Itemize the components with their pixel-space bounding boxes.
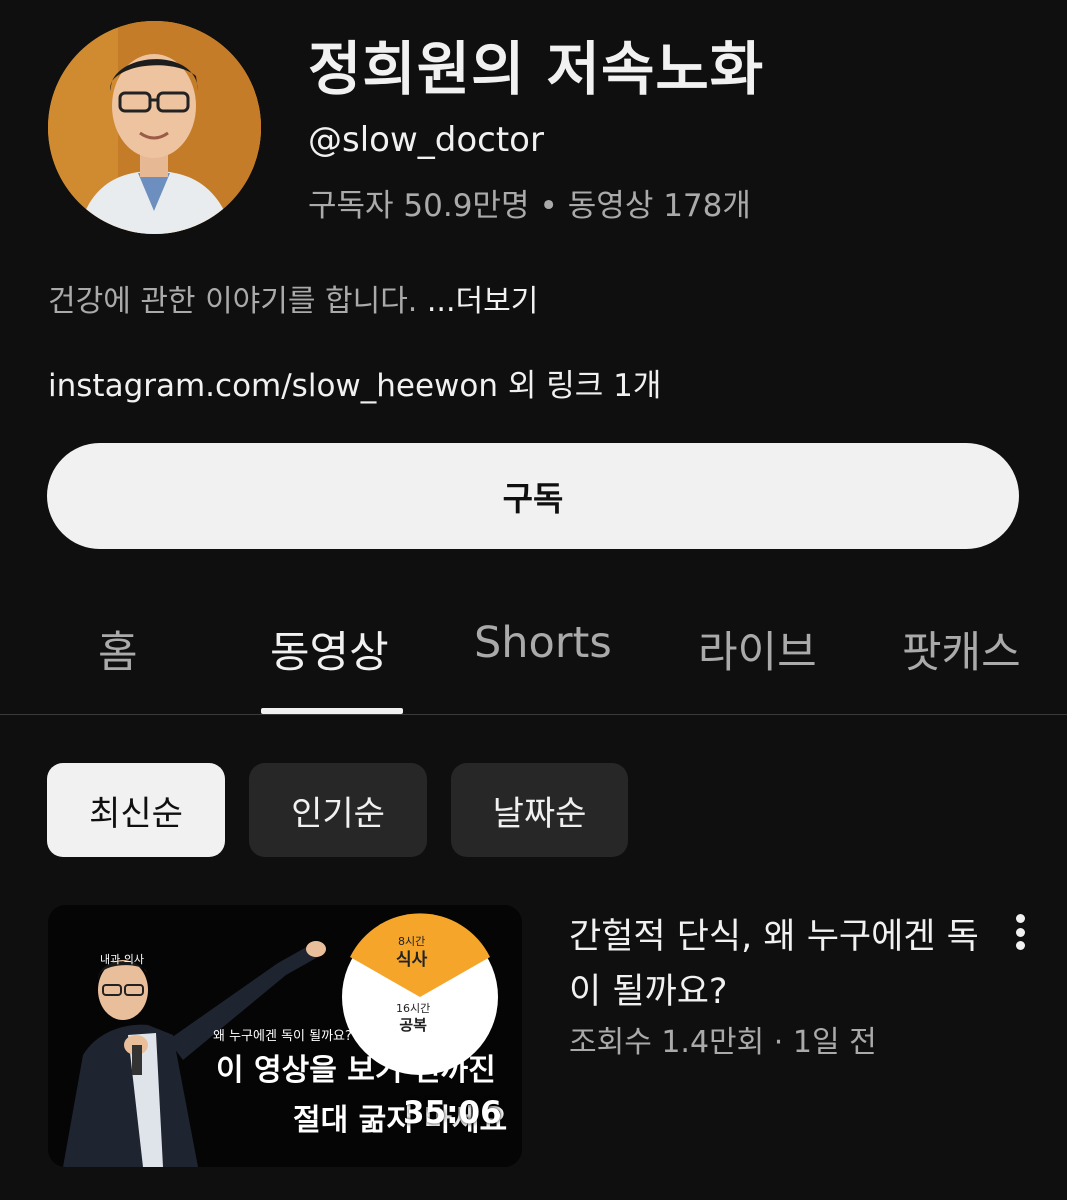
video-count: 동영상 178개 [567, 188, 751, 224]
video-duration: 35:06 [403, 1095, 502, 1131]
chip-latest[interactable]: 최신순 [47, 763, 225, 857]
tab-shorts[interactable]: Shorts [474, 618, 612, 668]
video-meta: 조회수 1.4만회 · 1일 전 [569, 1025, 877, 1060]
thumbnail-label: 내과 의사 [100, 953, 144, 966]
channel-avatar[interactable] [48, 21, 261, 234]
channel-tabs: 홈 동영상 Shorts 라이브 팟캐스 [0, 600, 1067, 715]
tab-podcasts[interactable]: 팟캐스 [902, 618, 1021, 680]
subscribe-button[interactable]: 구독 [47, 443, 1019, 549]
video-thumbnail[interactable]: 내과 의사 8시간 식사 16시간 공복 왜 누구에겐 독이 될까요? 이 영상을 … [48, 905, 522, 1167]
stats-separator: • [539, 188, 558, 224]
chip-popular[interactable]: 인기순 [249, 763, 427, 857]
more-link[interactable]: ...더보기 [427, 284, 538, 319]
video-title[interactable]: 간헐적 단식, 왜 누구에겐 독이 될까요? [569, 910, 989, 1020]
tab-live[interactable]: 라이브 [698, 618, 817, 680]
tab-videos[interactable]: 동영상 [270, 618, 389, 680]
active-tab-indicator [261, 708, 403, 714]
channel-description[interactable]: 건강에 관한 이야기를 합니다. ...더보기 [48, 276, 538, 320]
thumbnail-subcaption: 왜 누구에겐 독이 될까요? [213, 1029, 352, 1044]
tab-home[interactable]: 홈 [98, 618, 138, 680]
channel-name: 정희원의 저속노화 [308, 35, 765, 103]
thumbnail-caption-line1: 이 영상을 보기 전까진 [216, 1053, 496, 1088]
chip-oldest[interactable]: 날짜순 [451, 763, 628, 857]
channel-stats: 구독자 50.9만명 • 동영상 178개 [308, 180, 751, 225]
subscriber-count: 구독자 50.9만명 [308, 188, 530, 224]
channel-links[interactable]: instagram.com/slow_heewon 외 링크 1개 [48, 360, 661, 405]
description-text: 건강에 관한 이야기를 합니다. [48, 284, 427, 319]
more-vert-icon[interactable] [1004, 910, 1036, 954]
pie-eating-label: 8시간 식사 [396, 935, 428, 970]
channel-handle: @slow_doctor [308, 120, 544, 160]
pie-fasting-label: 16시간 공복 [396, 1002, 431, 1034]
